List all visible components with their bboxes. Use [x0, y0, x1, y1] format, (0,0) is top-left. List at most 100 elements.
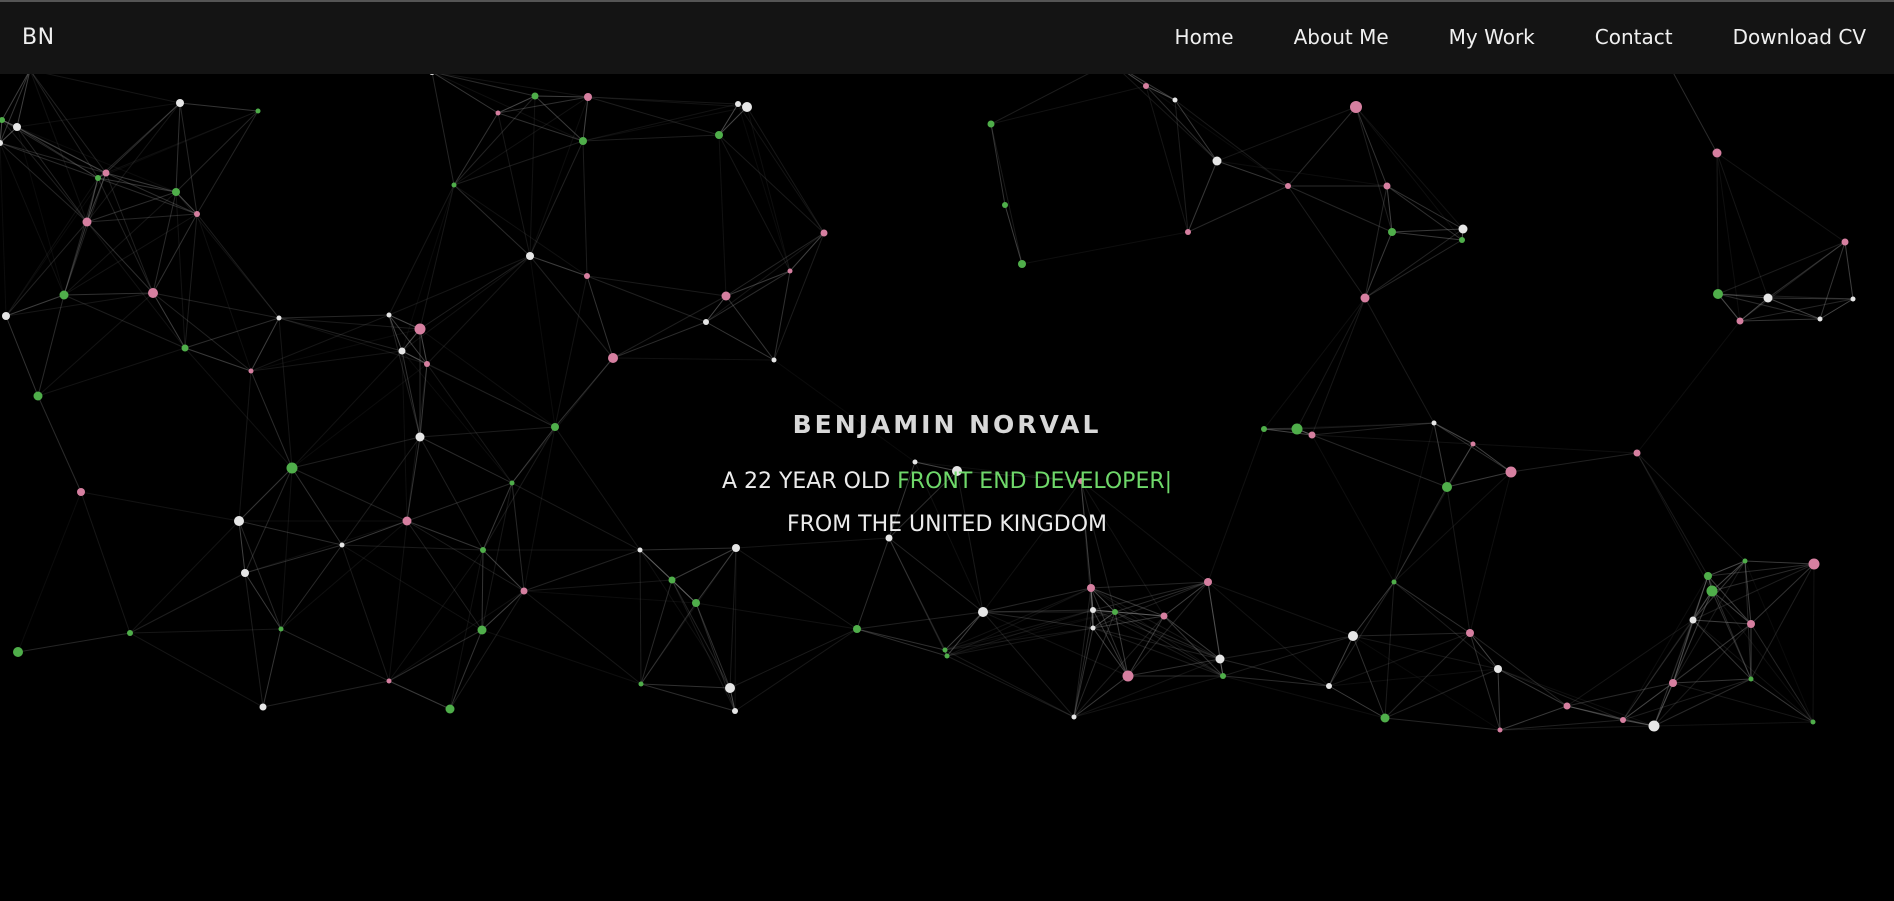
network-link — [129, 520, 240, 634]
network-link — [856, 537, 890, 630]
network-node — [1470, 441, 1476, 447]
network-node — [637, 547, 643, 553]
network-link — [1739, 318, 1821, 322]
network-link — [419, 184, 455, 330]
network-node — [286, 462, 298, 474]
network-link — [639, 547, 737, 551]
network-link — [1711, 590, 1752, 680]
network-link — [1739, 297, 1769, 322]
network-link — [1004, 204, 1023, 265]
network-link — [639, 549, 731, 689]
network-link — [426, 363, 513, 484]
network-link — [1174, 99, 1289, 187]
network-node — [1087, 584, 1095, 592]
network-link — [1386, 185, 1464, 230]
nav-link-contact[interactable]: Contact — [1595, 25, 1673, 49]
network-link — [1216, 160, 1289, 187]
network-node — [1350, 101, 1362, 113]
network-node — [1185, 229, 1191, 235]
network-node — [1808, 558, 1820, 570]
network-link — [1393, 471, 1512, 583]
nav-link-my-work[interactable]: My Work — [1449, 25, 1535, 49]
network-link — [401, 350, 421, 438]
network-link — [1497, 668, 1624, 721]
network-link — [1472, 443, 1638, 454]
network-link — [1433, 422, 1512, 473]
network-node — [13, 123, 21, 131]
network-link — [31, 74, 99, 179]
network-link — [63, 172, 107, 296]
network-node — [176, 99, 184, 107]
network-link — [1352, 635, 1386, 719]
network-link — [1355, 106, 1393, 233]
network-node — [1380, 713, 1390, 723]
network-node — [1563, 702, 1571, 710]
network-link — [262, 680, 390, 708]
network-link — [278, 314, 390, 319]
network-link — [1187, 160, 1218, 233]
network-link — [401, 184, 455, 352]
network-link — [453, 112, 499, 186]
network-node — [429, 74, 435, 75]
network-link — [990, 85, 1147, 125]
network-link — [16, 102, 181, 128]
network-node — [1620, 717, 1626, 723]
network-link — [554, 275, 588, 428]
network-link — [1364, 239, 1463, 299]
network-node — [1220, 673, 1226, 679]
nav-link-download-cv[interactable]: Download CV — [1733, 25, 1866, 49]
network-link — [1174, 99, 1189, 233]
network-link — [80, 491, 240, 522]
brand-logo-link[interactable]: BN — [22, 25, 55, 50]
network-link — [426, 363, 556, 428]
network-node — [725, 683, 735, 693]
network-node — [1215, 654, 1225, 664]
network-link — [453, 184, 531, 257]
network-link — [1497, 668, 1501, 731]
network-link — [1433, 422, 1448, 488]
network-link — [1673, 74, 1718, 154]
hero-location: FROM THE UNITED KINGDOM — [786, 512, 1108, 537]
network-node — [248, 368, 254, 374]
network-link — [280, 544, 343, 630]
network-link — [482, 482, 513, 551]
network-node — [531, 92, 539, 100]
network-link — [671, 579, 736, 712]
network-link — [431, 74, 455, 186]
network-link — [406, 482, 513, 522]
network-link — [419, 436, 513, 484]
network-node — [2, 312, 10, 320]
network-node — [1466, 629, 1474, 637]
network-link — [1739, 241, 1846, 322]
network-link — [86, 213, 198, 223]
nav-link-home[interactable]: Home — [1175, 25, 1234, 49]
network-links — [0, 74, 1854, 731]
network-link — [244, 520, 408, 574]
network-link — [80, 491, 131, 634]
network-node — [414, 323, 426, 335]
network-link — [196, 213, 280, 319]
network-link — [612, 321, 707, 359]
network-link — [586, 275, 707, 323]
network-link — [990, 123, 1023, 265]
network-node — [787, 268, 793, 274]
navbar: BN Home About Me My Work Contact Downloa… — [0, 0, 1894, 74]
network-link — [152, 292, 186, 349]
network-link — [1636, 452, 1713, 592]
network-node — [742, 102, 752, 112]
network-link — [1073, 658, 1221, 718]
network-node — [181, 344, 189, 352]
network-link — [238, 467, 293, 522]
network-link — [944, 609, 1094, 651]
network-link — [671, 547, 737, 581]
network-link — [1469, 632, 1568, 707]
network-link — [1328, 668, 1499, 687]
network-nodes — [0, 74, 1856, 733]
network-link — [262, 628, 282, 708]
network-link — [388, 255, 531, 316]
network-link — [1384, 581, 1395, 719]
network-link — [946, 611, 984, 657]
nav-link-about-me[interactable]: About Me — [1294, 25, 1389, 49]
network-node — [1090, 607, 1096, 613]
network-node — [1002, 202, 1008, 208]
